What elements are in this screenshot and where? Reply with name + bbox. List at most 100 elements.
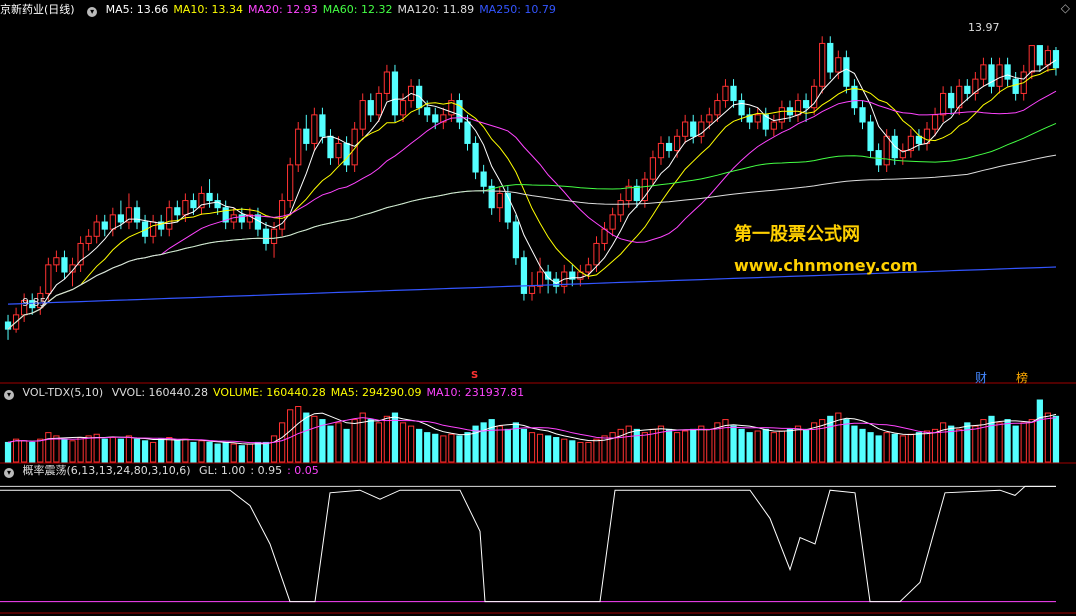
candle-body <box>1012 78 1019 94</box>
candle-body <box>657 142 665 159</box>
osc-curve <box>0 485 1056 603</box>
candle-body <box>843 57 850 87</box>
volume-bar <box>287 409 294 463</box>
volume-indicator-name: VOL-TDX(5,10) <box>22 386 104 399</box>
volume-bar <box>593 438 600 463</box>
finance-marker[interactable]: 财 <box>975 369 987 386</box>
volume-bar <box>641 432 648 463</box>
candle-body <box>1028 45 1035 73</box>
ma-legend-items: MA5: 13.66 MA10: 13.34 MA20: 12.93 MA60: 12… <box>106 3 561 16</box>
volume-bar <box>45 432 52 463</box>
stock-name: 京新药业(日线) <box>0 3 75 16</box>
candle-body <box>770 121 777 130</box>
volume-bar <box>786 428 794 463</box>
candle-body <box>665 142 673 152</box>
volume-bar <box>77 437 84 463</box>
volume-bar <box>1044 412 1052 463</box>
volume-bar <box>891 433 898 463</box>
chart-canvas <box>0 36 1076 614</box>
candle-body <box>1036 45 1043 66</box>
high-price-label: 13.97 <box>968 21 1000 34</box>
volume-bar <box>883 432 890 463</box>
volume-bar <box>61 438 68 463</box>
volume-bar <box>972 425 979 463</box>
candle-body <box>359 100 366 130</box>
candle-body <box>262 228 270 244</box>
volume-bar <box>464 432 471 463</box>
volume-bar <box>166 437 173 463</box>
volume-bar <box>351 419 358 463</box>
volume-bar <box>931 428 939 463</box>
candle-body <box>150 221 157 237</box>
volume-bar <box>440 435 447 463</box>
signal-marker-s[interactable]: S <box>471 370 478 381</box>
volume-bar <box>85 435 92 463</box>
volume-legend-item-0: VVOL: 160440.28 <box>111 386 209 399</box>
volume-bar <box>53 435 60 463</box>
volume-bar <box>1052 415 1060 463</box>
candle-body <box>303 128 310 144</box>
volume-bar <box>1036 399 1043 463</box>
volume-bar <box>399 422 407 463</box>
volume-legend-item-3: MA10: 231937.81 <box>426 386 525 399</box>
volume-bar <box>238 445 245 463</box>
low-price-label: 9.85 <box>22 296 47 309</box>
volume-bar <box>270 435 278 463</box>
volume-bar <box>569 440 576 463</box>
volume-bar <box>802 428 810 463</box>
volume-bar <box>690 428 697 463</box>
volume-bar <box>730 425 737 463</box>
candle-body <box>859 107 866 123</box>
volume-bar <box>754 430 761 463</box>
candle-body <box>883 135 890 166</box>
volume-bar <box>617 428 624 463</box>
volume-bar <box>254 441 262 463</box>
volume-bar <box>682 430 689 463</box>
volume-chart <box>4 399 1060 463</box>
volume-bar <box>996 422 1003 463</box>
volume-bar <box>12 438 20 463</box>
volume-bar <box>770 432 777 463</box>
volume-bar <box>311 415 318 463</box>
volume-bar <box>1028 419 1035 463</box>
candle-body <box>851 85 858 109</box>
volume-bar <box>706 428 713 463</box>
settings-icon[interactable]: ▾ <box>87 7 98 17</box>
oscillator-indicator-name: 概率震荡(6,13,13,24,80,3,10,6) <box>22 464 191 477</box>
candle-body <box>996 64 1003 87</box>
volume-bar <box>762 428 769 463</box>
ma-legend-item-0: MA5: 13.66 <box>105 3 169 16</box>
volume-bar <box>657 425 665 463</box>
volume-legend-item-2: MA5: 294290.09 <box>330 386 422 399</box>
watermark-title: 第一股票公式网 <box>734 224 860 245</box>
settings-icon[interactable]: ▾ <box>4 468 14 478</box>
ranking-marker[interactable]: 榜 <box>1016 369 1028 386</box>
volume-legend-items: VVOL: 160440.28 VOLUME: 160440.28 MA5: 294… <box>112 386 530 399</box>
ma-legend-item-3: MA60: 12.32 <box>322 3 393 16</box>
candle-body <box>706 114 713 123</box>
candle-body <box>754 114 761 123</box>
candle-body <box>464 121 471 144</box>
candle-body <box>174 207 181 216</box>
candle-body <box>536 271 544 287</box>
volume-bar <box>1012 425 1019 463</box>
volume-bar <box>609 432 616 463</box>
candle-body <box>585 264 592 273</box>
oscillator-chart <box>0 485 1056 603</box>
volume-bar <box>182 438 189 463</box>
volume-bar <box>375 422 382 463</box>
volume-legend: ▾ VOL-TDX(5,10) VVOL: 160440.28 VOLUME: 1… <box>0 385 534 401</box>
ma-legend-item-2: MA20: 12.93 <box>248 3 318 16</box>
oscillator-legend-item-0: GL: 1.00 <box>199 464 246 477</box>
diamond-icon[interactable]: ◇ <box>1061 1 1070 15</box>
volume-bar <box>794 425 802 463</box>
candle-body <box>456 100 463 123</box>
settings-icon[interactable]: ▾ <box>4 390 14 400</box>
volume-bar <box>424 432 431 463</box>
candle-body <box>367 100 374 116</box>
volume-bar <box>939 422 947 463</box>
panel-dividers <box>0 382 1076 614</box>
volume-bar <box>278 422 286 463</box>
volume-bar <box>343 428 350 463</box>
volume-bar <box>843 419 850 463</box>
